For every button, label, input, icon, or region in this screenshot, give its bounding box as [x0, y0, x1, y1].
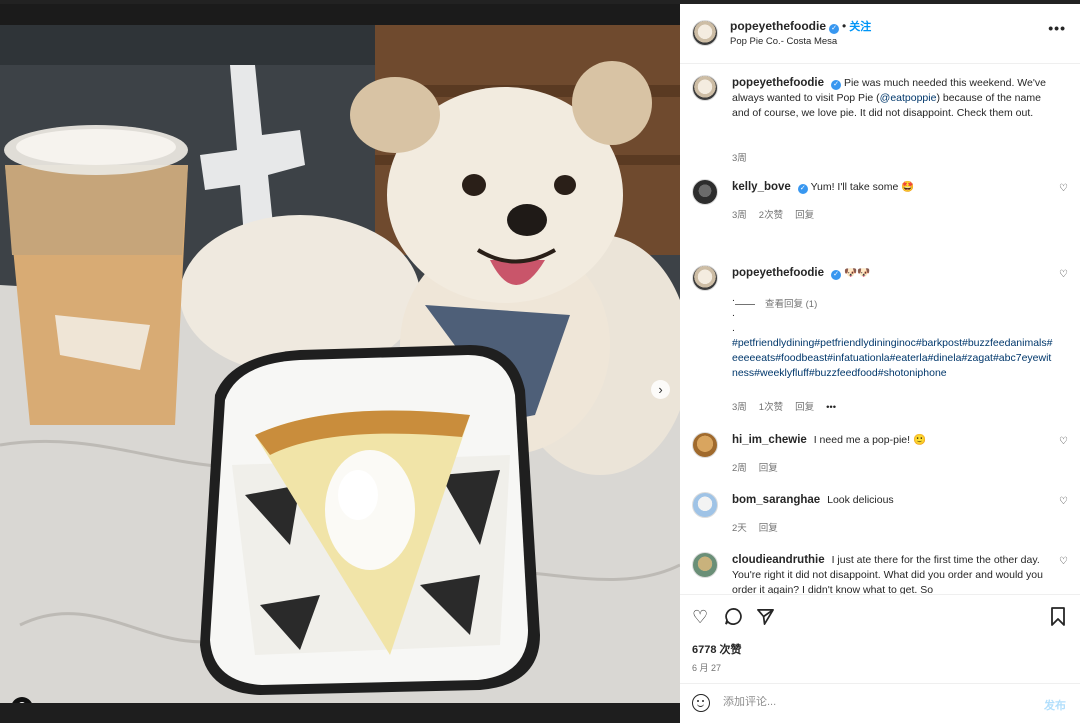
comment-icon[interactable]	[724, 607, 743, 631]
verified-icon: ✓	[797, 184, 808, 194]
reply-button[interactable]: 回复	[795, 210, 814, 221]
comments-list[interactable]: popeyethefoodie ✓ Pie was much needed thi…	[680, 65, 1080, 594]
author-username[interactable]: popeyethefoodie	[730, 19, 826, 33]
comment-more-icon[interactable]: •••	[826, 402, 836, 413]
reply-button[interactable]: 回复	[795, 402, 814, 413]
comment-likes[interactable]: 2次赞	[759, 210, 783, 221]
heart-icon[interactable]: ♡	[1059, 270, 1069, 280]
verified-icon: ✓	[831, 270, 842, 280]
comment-time: 3周	[732, 210, 747, 221]
comment-avatar[interactable]	[692, 492, 718, 518]
comment-username[interactable]: hi_im_chewie	[732, 434, 807, 446]
reply-button[interactable]: 回复	[759, 523, 778, 534]
heart-icon[interactable]: ♡	[1059, 184, 1069, 194]
comment-text: hi_im_chewie I need me a pop-pie! 🙂	[732, 433, 1057, 448]
comment-meta: 2天 回复	[732, 520, 790, 534]
comment-dot-line: .	[732, 307, 735, 319]
post-photo[interactable]: ›	[0, 25, 680, 703]
comment-time: 3周	[732, 402, 747, 413]
hashtags[interactable]: #petfriendlydining#petfriendlydininginoc…	[732, 336, 1057, 381]
comment-username[interactable]: kelly_bove	[732, 181, 791, 193]
verified-icon: ✓	[829, 24, 840, 34]
author-line: popeyethefoodie ✓ • 关注	[730, 18, 871, 34]
comment-content: 🐶🐶	[843, 267, 871, 279]
comment-content: I need me a pop-pie! 🙂	[813, 434, 927, 446]
share-icon[interactable]	[756, 607, 775, 631]
comment-avatar[interactable]	[692, 432, 718, 458]
comment-text: popeyethefoodie ✓ 🐶🐶 . . . #petfriendlydi…	[732, 266, 1057, 381]
post-actions: ♡ 6778 次赞 6 月 27	[680, 594, 1080, 683]
comment-dot-line: .	[732, 322, 735, 334]
add-comment-bar: 发布	[680, 683, 1080, 723]
caption-text: popeyethefoodie ✓ Pie was much needed thi…	[732, 76, 1057, 121]
likes-count[interactable]: 6778 次赞	[692, 641, 742, 657]
caption-username[interactable]: popeyethefoodie	[732, 77, 824, 89]
comment-username[interactable]: popeyethefoodie	[732, 267, 824, 279]
comment-content: Yum! I'll take some 🤩	[810, 181, 915, 193]
comment-meta: 2周 回复	[732, 460, 790, 474]
separator-dot: •	[842, 19, 847, 33]
comment-input[interactable]	[723, 696, 1023, 708]
heart-icon[interactable]: ♡	[1059, 497, 1069, 507]
comment-username[interactable]: cloudieandruthie	[732, 554, 825, 566]
photo-illustration	[0, 25, 680, 703]
post-detail-panel: popeyethefoodie ✓ • 关注 Pop Pie Co.- Costa M…	[680, 4, 1080, 723]
location-link[interactable]: Pop Pie Co.- Costa Mesa	[730, 36, 837, 47]
post-date: 6 月 27	[692, 663, 722, 673]
comment-text: bom_saranghae Look delicious	[732, 493, 1057, 508]
comment-avatar[interactable]	[692, 265, 718, 291]
comment-time: 2周	[732, 463, 747, 474]
heart-icon[interactable]: ♡	[692, 607, 708, 628]
bookmark-icon[interactable]	[1050, 607, 1066, 631]
next-photo-button[interactable]: ›	[651, 380, 670, 399]
verified-icon: ✓	[831, 80, 842, 90]
comment-likes[interactable]: 1次赞	[759, 402, 783, 413]
caption-meta: 3周	[732, 150, 759, 164]
follow-button[interactable]: 关注	[849, 21, 871, 33]
comment-avatar[interactable]	[692, 552, 718, 578]
comment-text: cloudieandruthie I just ate there for th…	[732, 553, 1057, 594]
comment-time: 2天	[732, 523, 747, 534]
window-bottom-strip	[0, 703, 680, 723]
comment-content: Look delicious	[827, 494, 894, 506]
mention-link[interactable]: @eatpoppie	[880, 92, 937, 104]
comment-avatar[interactable]	[692, 179, 718, 205]
emoji-icon[interactable]	[692, 694, 710, 712]
reply-button[interactable]: 回复	[759, 463, 778, 474]
post-header: popeyethefoodie ✓ • 关注 Pop Pie Co.- Costa M…	[680, 4, 1080, 64]
comment-dot-line: .	[732, 292, 735, 304]
caption-avatar[interactable]	[692, 75, 718, 101]
heart-icon[interactable]: ♡	[1059, 557, 1069, 567]
author-avatar[interactable]	[692, 20, 718, 46]
comment-username[interactable]: bom_saranghae	[732, 494, 820, 506]
caption-time: 3周	[732, 153, 747, 164]
more-options-icon[interactable]: •••	[1048, 20, 1066, 36]
comment-text: kelly_bove ✓ Yum! I'll take some 🤩	[732, 180, 1057, 195]
comment-meta: 3周 1次赞 回复 •••	[732, 399, 848, 413]
heart-icon[interactable]: ♡	[1059, 437, 1069, 447]
post-comment-button[interactable]: 发布	[1044, 697, 1066, 713]
comment-meta: 3周 2次赞 回复	[732, 207, 826, 221]
